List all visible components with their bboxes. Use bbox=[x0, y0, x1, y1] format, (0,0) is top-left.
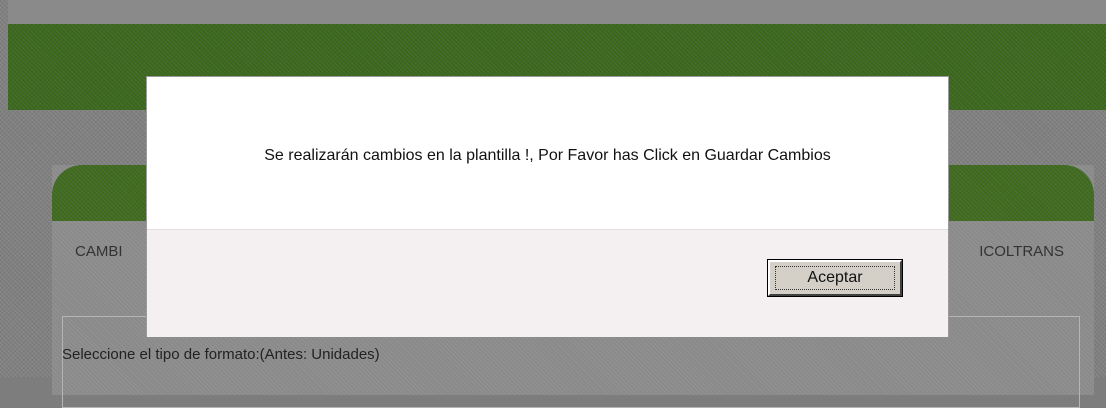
top-strip bbox=[8, 0, 1106, 24]
dialog-body: Se realizarán cambios en la plantilla !,… bbox=[147, 77, 948, 229]
dialog-footer: Aceptar bbox=[147, 229, 948, 337]
accept-button-label: Aceptar bbox=[775, 266, 895, 290]
panel-tab-left: CAMBI bbox=[75, 243, 123, 260]
alert-dialog: Se realizarán cambios en la plantilla !,… bbox=[146, 76, 949, 337]
dialog-message: Se realizarán cambios en la plantilla !,… bbox=[264, 147, 831, 164]
panel-tab-right: ICOLTRANS bbox=[979, 243, 1064, 260]
accept-button[interactable]: Aceptar bbox=[768, 260, 902, 296]
format-label: Seleccione el tipo de formato:(Antes: Un… bbox=[62, 346, 380, 363]
